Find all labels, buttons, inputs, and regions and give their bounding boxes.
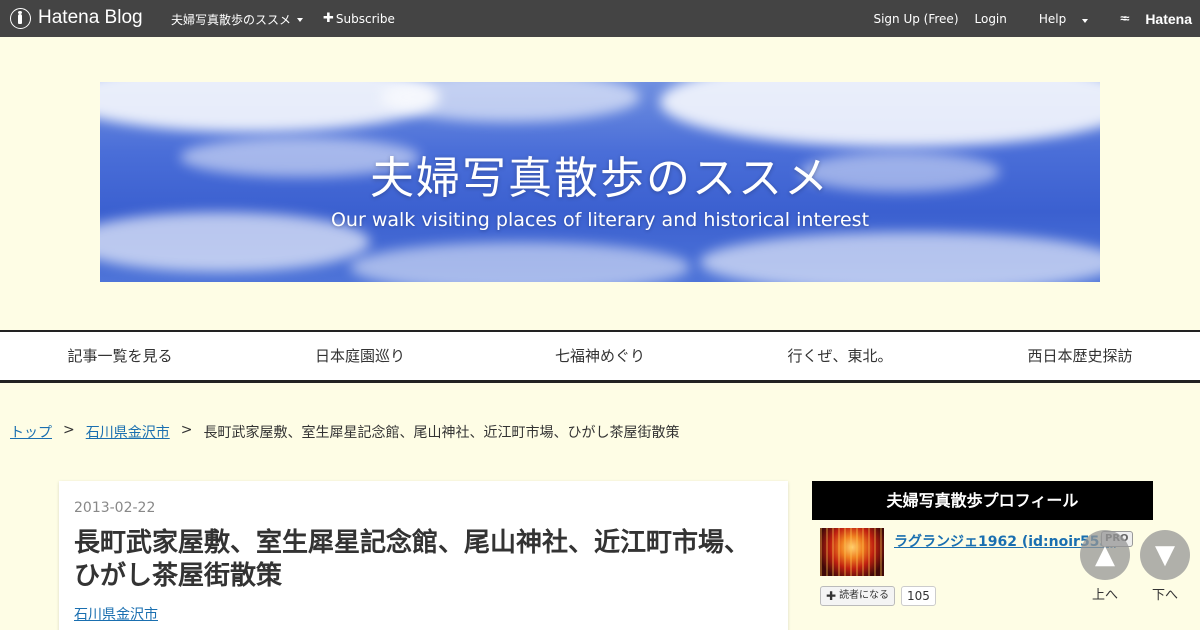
- plus-icon: ✚: [826, 589, 837, 603]
- subscribe-reader-button[interactable]: ✚ 読者になる: [820, 586, 896, 606]
- profile-heading: 夫婦写真散歩プロフィール: [812, 481, 1153, 520]
- scroll-down-button[interactable]: ▼: [1140, 530, 1190, 580]
- hatena-blog-logo-icon: [10, 7, 31, 29]
- hatena-logo-icon: ≈≈: [1120, 13, 1129, 25]
- breadcrumb-separator: >: [180, 422, 193, 438]
- nav-item-article-list[interactable]: 記事一覧を見る: [0, 332, 240, 380]
- subscribe-reader-label: 読者になる: [839, 590, 890, 601]
- login-link[interactable]: Login: [975, 12, 1007, 26]
- subscriber-count: 105: [901, 586, 936, 606]
- topbar-right: Sign Up (Free) Login Help ≈≈ Hatena: [857, 11, 1192, 27]
- scroll-up-label: 上へ: [1091, 588, 1118, 603]
- nav-item-tohoku[interactable]: 行くぜ、東北。: [720, 332, 960, 380]
- banner-cloud: [350, 242, 690, 282]
- banner-cloud: [700, 232, 1100, 282]
- banner-cloud: [380, 82, 640, 122]
- article-card: 2013-02-22 長町武家屋敷、室生犀星記念館、尾山神社、近江町市場、ひがし…: [59, 481, 788, 630]
- hatena-label: Hatena: [1145, 11, 1192, 27]
- scroll-down-label: 下へ: [1151, 588, 1178, 603]
- chevron-down-icon: [1082, 19, 1089, 23]
- breadcrumb-separator: >: [63, 422, 75, 438]
- hatena-blog-logo[interactable]: Hatena Blog: [10, 7, 143, 29]
- nav-item-japanese-gardens[interactable]: 日本庭園巡り: [240, 332, 480, 380]
- breadcrumb: トップ > 石川県金沢市 > 長町武家屋敷、室生犀星記念館、尾山神社、近江町市場…: [10, 422, 679, 442]
- avatar[interactable]: [820, 528, 884, 576]
- header-banner[interactable]: 夫婦写真散歩のススメ Our walk visiting places of l…: [100, 82, 1100, 282]
- chevron-down-icon: [297, 17, 304, 22]
- blog-name-menu[interactable]: 夫婦写真散歩のススメ: [171, 11, 304, 28]
- nav-item-seven-gods[interactable]: 七福神めぐり: [480, 332, 720, 380]
- blog-name-label: 夫婦写真散歩のススメ: [171, 13, 292, 27]
- signup-link[interactable]: Sign Up (Free): [873, 12, 958, 26]
- breadcrumb-top-link[interactable]: トップ: [10, 422, 52, 442]
- banner-cloud: [660, 82, 1100, 147]
- article-title[interactable]: 長町武家屋敷、室生犀星記念館、尾山神社、近江町市場、ひがし茶屋街散策: [74, 527, 764, 593]
- scroll-up-button[interactable]: ▲: [1080, 530, 1130, 580]
- top-navbar: Hatena Blog 夫婦写真散歩のススメ ✚ Subscribe Sign …: [0, 0, 1200, 37]
- blog-subtitle: Our walk visiting places of literary and…: [330, 209, 870, 231]
- breadcrumb-current: 長町武家屋敷、室生犀星記念館、尾山神社、近江町市場、ひがし茶屋街散策: [203, 425, 680, 441]
- hatena-link[interactable]: ≈≈ Hatena: [1104, 11, 1192, 27]
- blog-title: 夫婦写真散歩のススメ: [370, 153, 830, 204]
- nav-item-west-japan[interactable]: 西日本歴史探訪: [960, 332, 1200, 380]
- global-nav: 記事一覧を見る 日本庭園巡り 七福神めぐり 行くぜ、東北。 西日本歴史探訪: [0, 330, 1200, 383]
- subscribe-link[interactable]: ✚ Subscribe: [323, 11, 395, 26]
- plus-icon: ✚: [323, 11, 334, 26]
- help-label: Help: [1038, 12, 1067, 26]
- subscribe-label: Subscribe: [335, 11, 395, 26]
- breadcrumb-category-link[interactable]: 石川県金沢市: [86, 422, 170, 442]
- help-menu[interactable]: Help: [1023, 12, 1089, 26]
- hatena-blog-logo-text: Hatena Blog: [38, 7, 143, 28]
- article-date[interactable]: 2013-02-22: [74, 500, 155, 516]
- article-category-link[interactable]: 石川県金沢市: [74, 604, 158, 624]
